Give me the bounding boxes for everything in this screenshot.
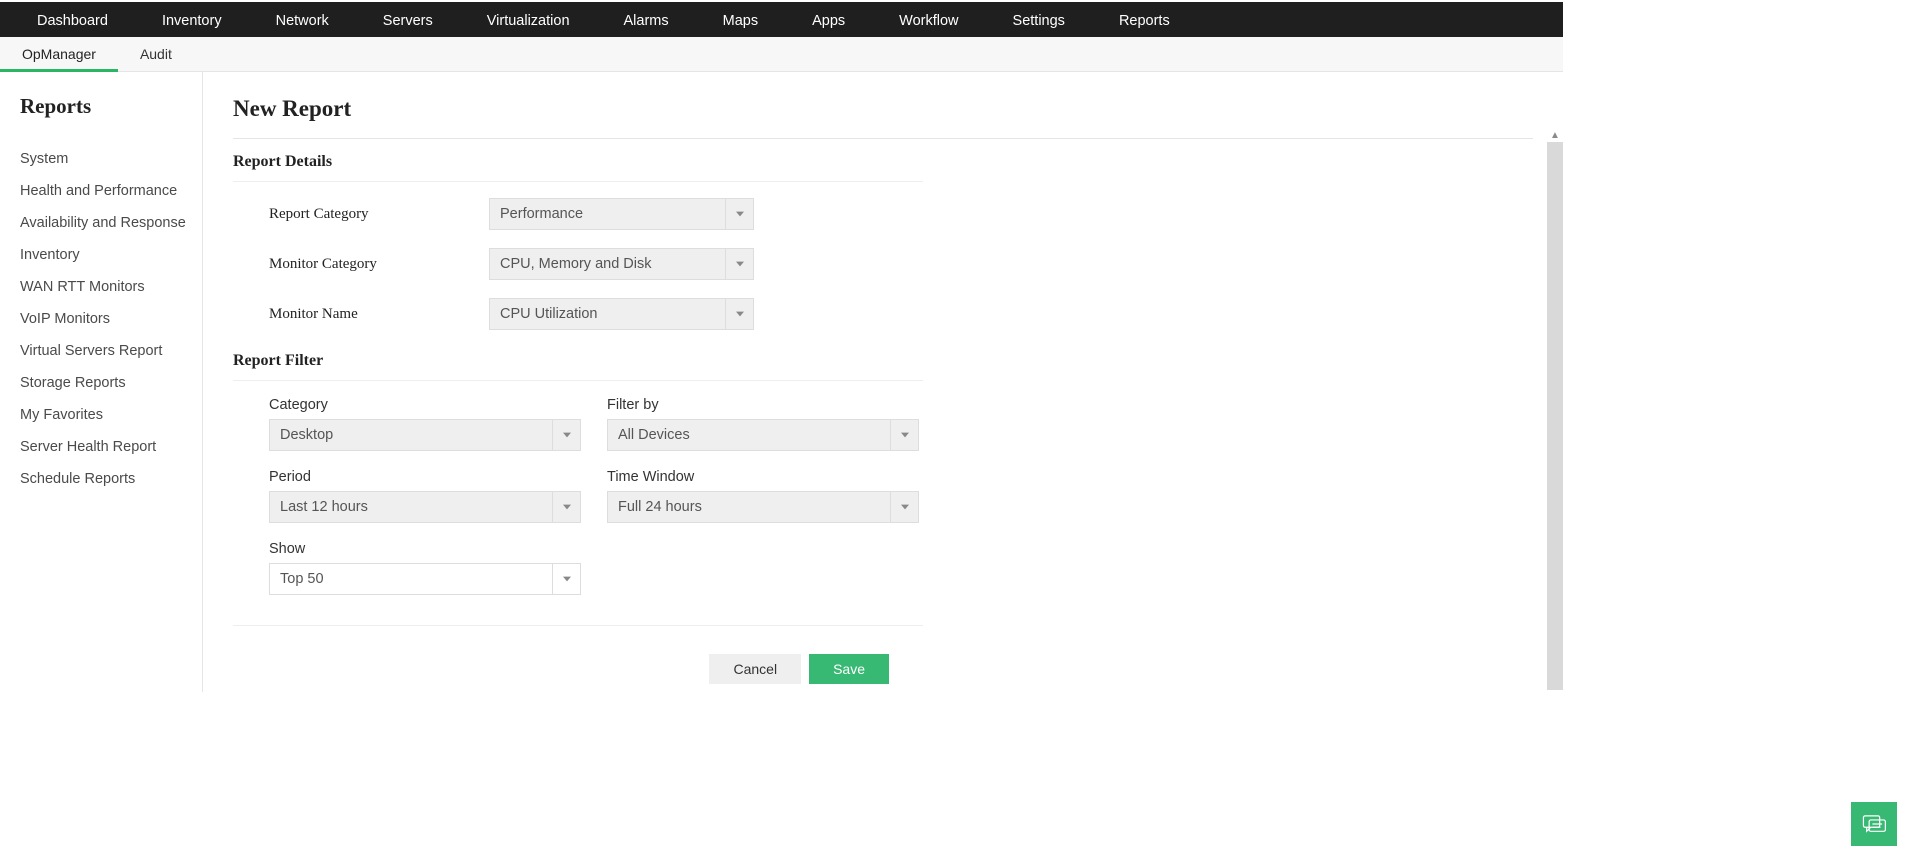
chevron-down-icon: [890, 492, 918, 522]
label-report-category: Report Category: [269, 206, 489, 223]
scrollbar-track[interactable]: [1547, 142, 1563, 690]
nav-item-workflow[interactable]: Workflow: [872, 4, 985, 37]
label-category: Category: [269, 397, 581, 413]
label-monitor-name: Monitor Name: [269, 306, 489, 323]
section-heading-filter: Report Filter: [233, 352, 1533, 370]
section-body-filter: Category Desktop Filter by All Devices: [233, 380, 923, 595]
divider: [233, 138, 1533, 139]
sidebar-item[interactable]: Schedule Reports: [20, 463, 202, 495]
field-time-window: Time Window Full 24 hours: [607, 469, 919, 523]
chevron-down-icon: [552, 492, 580, 522]
app-body: Reports SystemHealth and PerformanceAvai…: [0, 72, 1563, 692]
label-show: Show: [269, 541, 581, 557]
nav-item-virtualization[interactable]: Virtualization: [460, 4, 597, 37]
nav-item-servers[interactable]: Servers: [356, 4, 460, 37]
label-time-window: Time Window: [607, 469, 919, 485]
nav-item-alarms[interactable]: Alarms: [597, 4, 696, 37]
dropdown-value: Full 24 hours: [608, 492, 890, 522]
dropdown-period[interactable]: Last 12 hours: [269, 491, 581, 523]
label-filter-by: Filter by: [607, 397, 919, 413]
label-monitor-category: Monitor Category: [269, 256, 489, 273]
sidebar-item[interactable]: VoIP Monitors: [20, 303, 202, 335]
sidebar-item[interactable]: My Favorites: [20, 399, 202, 431]
chat-widget[interactable]: [1851, 802, 1897, 846]
sidebar-item[interactable]: Virtual Servers Report: [20, 335, 202, 367]
save-button[interactable]: Save: [809, 654, 889, 684]
section-heading-details: Report Details: [233, 153, 1533, 171]
dropdown-category[interactable]: Desktop: [269, 419, 581, 451]
field-filter-by: Filter by All Devices: [607, 397, 919, 451]
chevron-down-icon: [552, 564, 580, 594]
nav-item-settings[interactable]: Settings: [986, 4, 1092, 37]
nav-item-reports[interactable]: Reports: [1092, 4, 1197, 37]
nav-item-dashboard[interactable]: Dashboard: [10, 4, 135, 37]
field-show: Show Top 50: [269, 541, 581, 595]
dropdown-monitor-category[interactable]: CPU, Memory and Disk: [489, 248, 754, 280]
sub-nav: OpManagerAudit: [0, 37, 1563, 72]
sidebar-item[interactable]: Storage Reports: [20, 367, 202, 399]
dropdown-show[interactable]: Top 50: [269, 563, 581, 595]
page-title: New Report: [233, 96, 1533, 122]
sidebar-item[interactable]: Health and Performance: [20, 175, 202, 207]
tab-audit[interactable]: Audit: [118, 37, 194, 71]
sidebar-item[interactable]: Availability and Response: [20, 207, 202, 239]
nav-item-inventory[interactable]: Inventory: [135, 4, 249, 37]
dropdown-value: Desktop: [270, 420, 552, 450]
dropdown-report-category[interactable]: Performance: [489, 198, 754, 230]
section-body-details: Report Category Performance Monitor Cate…: [233, 181, 923, 330]
nav-item-network[interactable]: Network: [249, 4, 356, 37]
sidebar-item[interactable]: WAN RTT Monitors: [20, 271, 202, 303]
field-category: Category Desktop: [269, 397, 581, 451]
field-report-category: Report Category Performance: [269, 198, 923, 230]
chevron-down-icon: [552, 420, 580, 450]
nav-item-apps[interactable]: Apps: [785, 4, 872, 37]
sidebar-item[interactable]: System: [20, 143, 202, 175]
dropdown-filter-by[interactable]: All Devices: [607, 419, 919, 451]
filter-grid: Category Desktop Filter by All Devices: [269, 397, 923, 595]
dropdown-monitor-name[interactable]: CPU Utilization: [489, 298, 754, 330]
chevron-down-icon: [725, 299, 753, 329]
sidebar-item[interactable]: Server Health Report: [20, 431, 202, 463]
scroll-up-icon[interactable]: ▲: [1547, 128, 1563, 142]
field-monitor-category: Monitor Category CPU, Memory and Disk: [269, 248, 923, 280]
field-period: Period Last 12 hours: [269, 469, 581, 523]
dropdown-value: All Devices: [608, 420, 890, 450]
cancel-button[interactable]: Cancel: [709, 654, 801, 684]
label-period: Period: [269, 469, 581, 485]
chevron-down-icon: [890, 420, 918, 450]
dropdown-value: Top 50: [270, 564, 552, 594]
chevron-down-icon: [725, 199, 753, 229]
app-frame: DashboardInventoryNetworkServersVirtuali…: [0, 2, 1563, 692]
divider: [233, 625, 923, 626]
dropdown-value: Last 12 hours: [270, 492, 552, 522]
sidebar-title: Reports: [20, 94, 202, 119]
chat-icon: [1861, 813, 1887, 835]
dropdown-value: Performance: [490, 199, 725, 229]
form-actions: Cancel Save: [233, 654, 923, 684]
dropdown-value: CPU Utilization: [490, 299, 725, 329]
field-monitor-name: Monitor Name CPU Utilization: [269, 298, 923, 330]
dropdown-value: CPU, Memory and Disk: [490, 249, 725, 279]
top-nav: DashboardInventoryNetworkServersVirtuali…: [0, 2, 1563, 37]
sidebar: Reports SystemHealth and PerformanceAvai…: [0, 72, 203, 692]
chevron-down-icon: [725, 249, 753, 279]
main-content: New Report Report Details Report Categor…: [203, 72, 1563, 692]
dropdown-time-window[interactable]: Full 24 hours: [607, 491, 919, 523]
sidebar-item[interactable]: Inventory: [20, 239, 202, 271]
nav-item-maps[interactable]: Maps: [696, 4, 785, 37]
tab-opmanager[interactable]: OpManager: [0, 37, 118, 71]
sidebar-list: SystemHealth and PerformanceAvailability…: [20, 143, 202, 495]
scroll-down-icon[interactable]: ▼: [1547, 690, 1563, 692]
